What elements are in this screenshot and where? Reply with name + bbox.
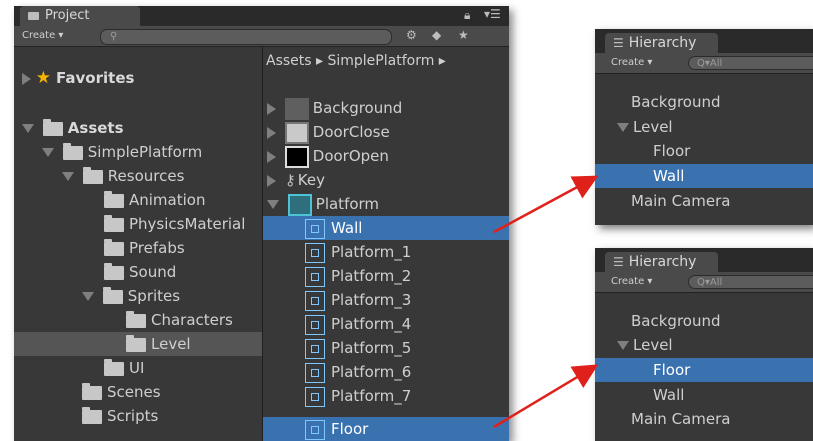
annotation-arrows — [493, 175, 599, 429]
arrow-wall-to-hierarchy — [493, 175, 599, 234]
arrow-floor-to-hierarchy — [493, 364, 599, 429]
